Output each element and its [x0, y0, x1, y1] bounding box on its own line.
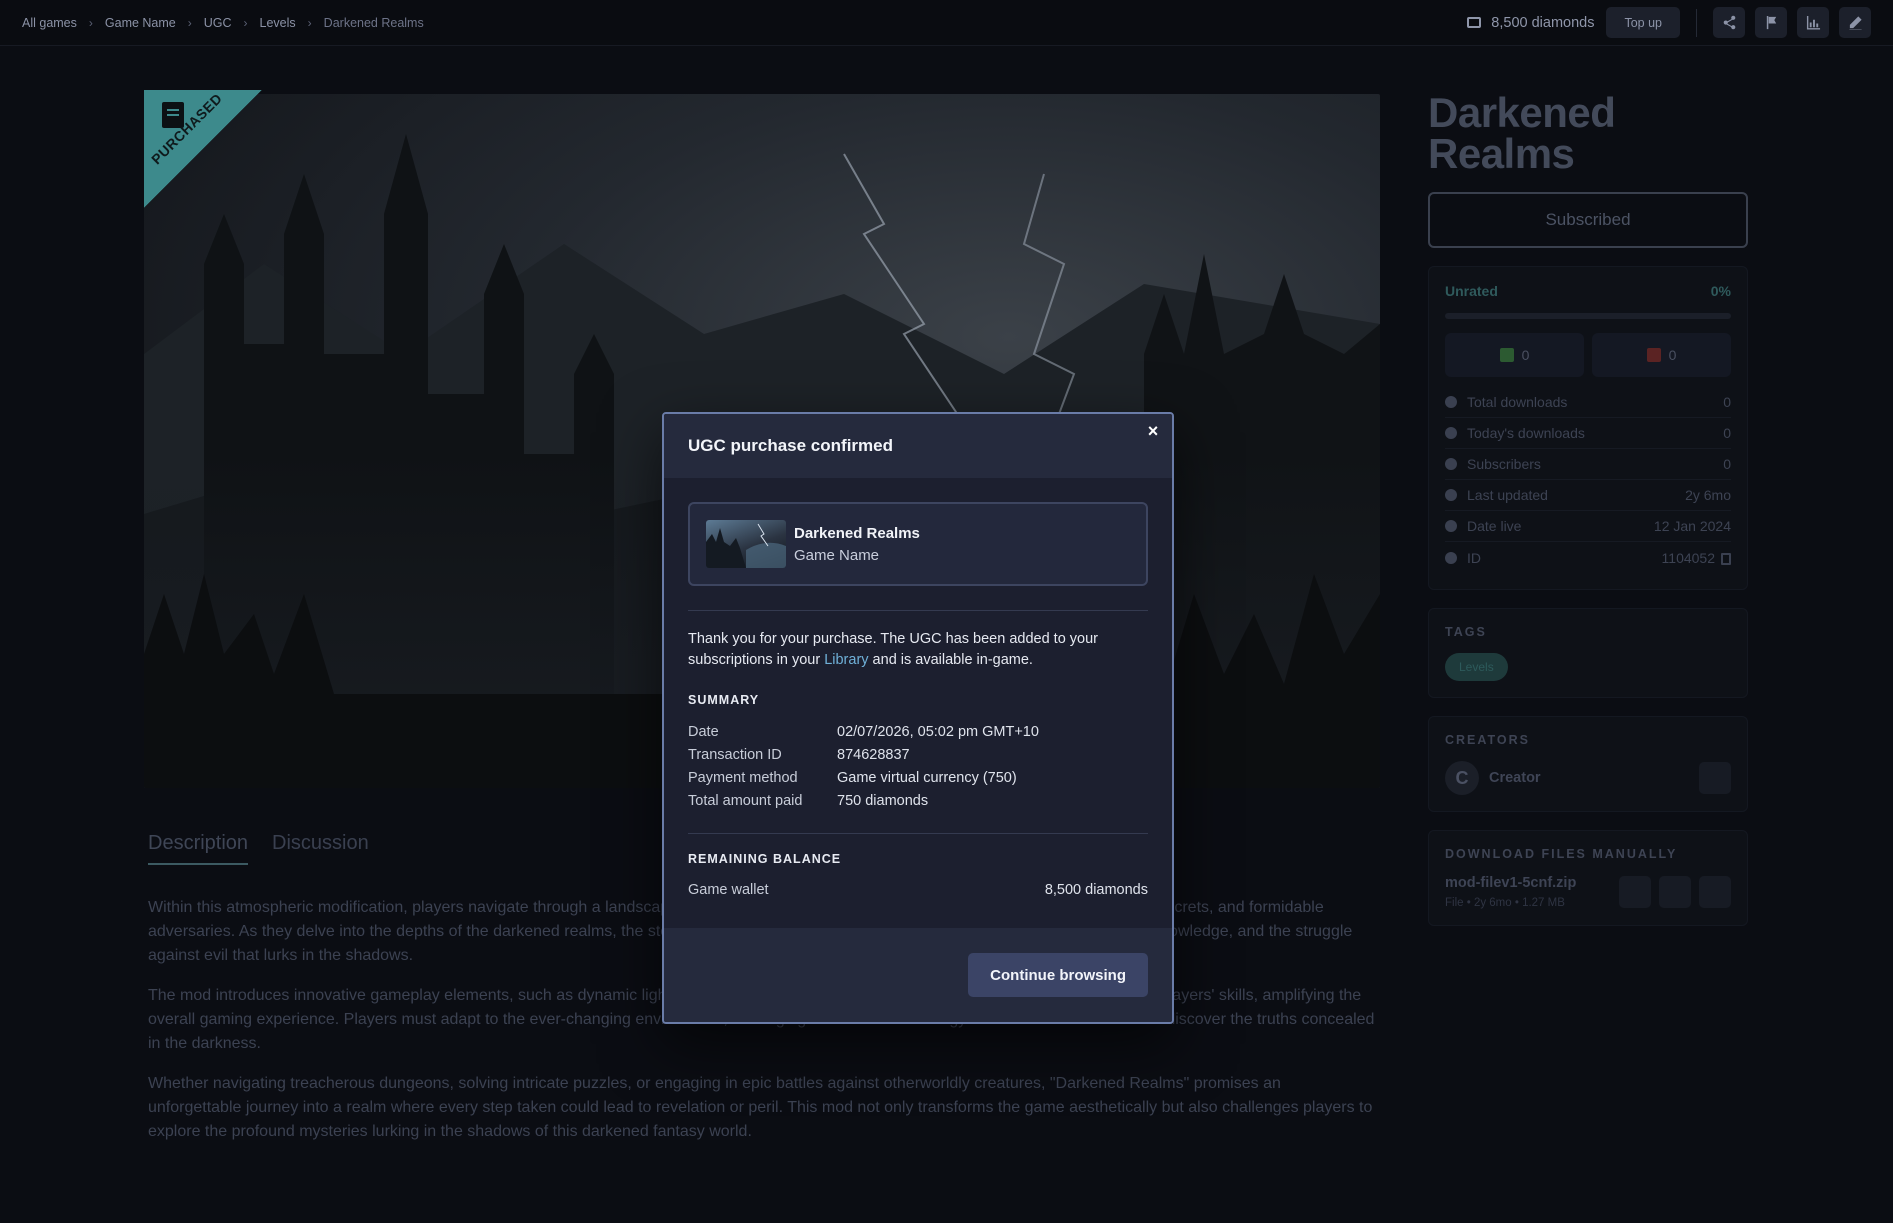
thank-you-message: Thank you for your purchase. The UGC has… [688, 631, 1099, 668]
summary-row: Payment method Game virtual currency (750… [688, 770, 1017, 786]
balance-heading: REMAINING BALANCE [688, 852, 842, 866]
item-thumbnail [706, 520, 786, 568]
dialog-header: UGC purchase confirmed × [664, 414, 1172, 478]
summary-heading: SUMMARY [688, 693, 760, 707]
dialog-footer: Continue browsing [664, 928, 1172, 1022]
wallet-value: 8,500 diamonds [1044, 882, 1148, 898]
wallet-label: Game wallet [688, 882, 769, 898]
summary-table: Date 02/07/2026, 05:02 pm GMT+10 Transact… [688, 721, 1148, 813]
library-link[interactable]: Library [824, 652, 868, 668]
continue-browsing-button[interactable]: Continue browsing [968, 953, 1148, 997]
item-game: Game Name [794, 546, 880, 564]
dialog-title: UGC purchase confirmed [688, 436, 893, 455]
item-name: Darkened Realms [794, 524, 920, 542]
divider [688, 610, 1148, 611]
purchased-item-card: Darkened Realms Game Name [688, 502, 1148, 586]
wallet-row: Game wallet 8,500 diamonds [688, 882, 1148, 898]
purchase-confirmation-dialog: UGC purchase confirmed × Darkened Realms… [662, 412, 1174, 1024]
summary-row: Date 02/07/2026, 05:02 pm GMT+10 [688, 724, 1039, 740]
close-icon[interactable]: × [1144, 422, 1162, 440]
divider [688, 833, 1148, 834]
summary-row: Transaction ID 874628837 [688, 747, 910, 763]
summary-row: Total amount paid 750 diamonds [688, 793, 929, 809]
